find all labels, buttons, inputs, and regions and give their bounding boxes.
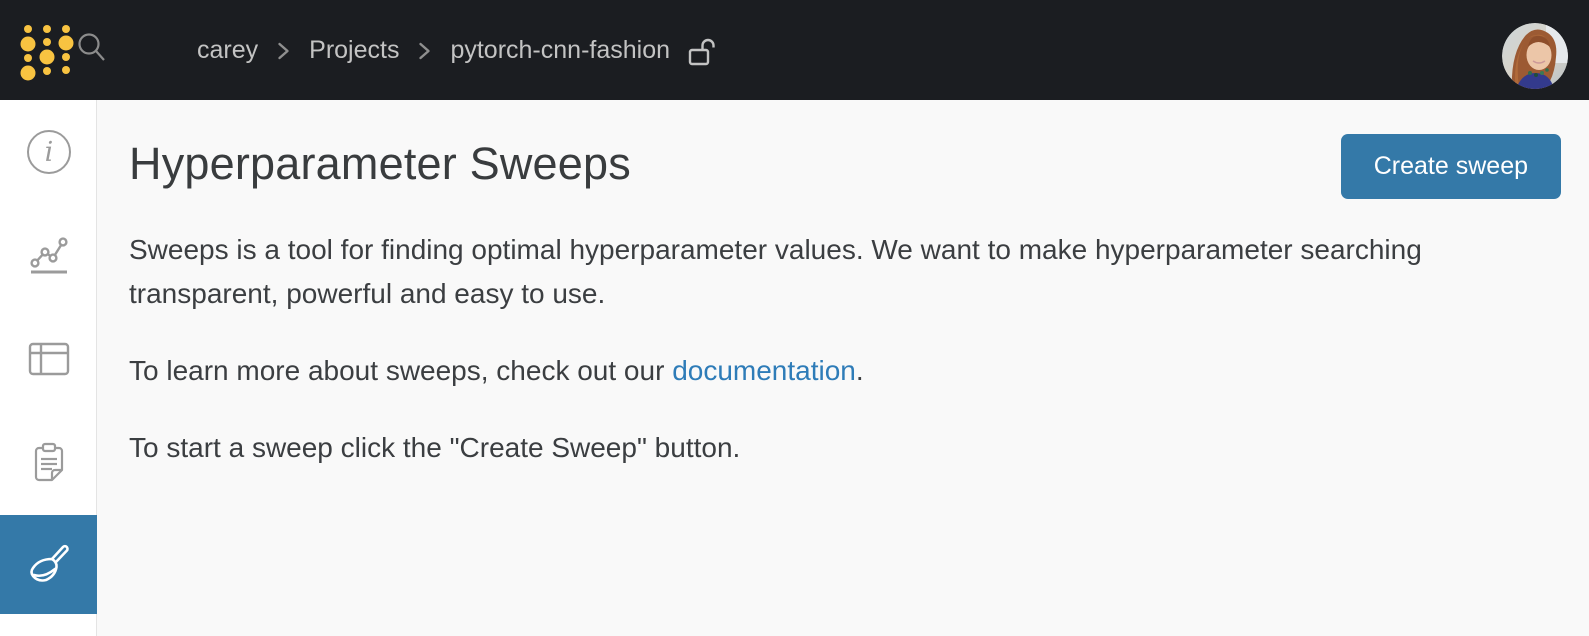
create-sweep-button[interactable]: Create sweep [1340, 134, 1561, 199]
start-paragraph: To start a sweep click the "Create Sweep… [129, 432, 741, 463]
documentation-link[interactable]: documentation [672, 355, 856, 386]
sidebar-item-sweeps[interactable] [0, 515, 97, 614]
wandb-logo[interactable] [16, 18, 78, 82]
breadcrumb-projects[interactable]: Projects [309, 36, 399, 65]
sidebar-item-charts[interactable] [0, 203, 97, 306]
chevron-right-icon [277, 41, 290, 61]
page-title: Hyperparameter Sweeps [129, 138, 631, 189]
avatar[interactable] [1502, 23, 1568, 89]
sidebar-item-overview[interactable]: i [0, 100, 97, 203]
breadcrumb-project[interactable]: pytorch-cnn-fashion [450, 36, 670, 65]
topbar: carey Projects pytorch-cnn-fashion [0, 0, 1589, 100]
docs-paragraph: To learn more about sweeps, check out ou… [129, 349, 1549, 393]
wandb-logo-dots-icon [20, 25, 74, 81]
intro-paragraph: Sweeps is a tool for finding optimal hyp… [129, 234, 1422, 309]
breadcrumb-entity[interactable]: carey [197, 36, 258, 65]
sidebar: i [0, 100, 97, 636]
docs-text-prefix: To learn more about sweeps, check out ou… [129, 355, 673, 386]
chevron-right-icon [418, 41, 431, 61]
docs-text-suffix: . [855, 355, 864, 386]
table-icon [28, 342, 69, 376]
line-chart-icon [29, 236, 68, 273]
main-content: Hyperparameter Sweeps Create sweep Sweep… [98, 100, 1589, 636]
clipboard-icon [34, 442, 63, 481]
sidebar-item-table[interactable] [0, 306, 97, 412]
unlock-icon [687, 36, 717, 68]
svg-text:i: i [44, 137, 53, 168]
avatar-photo-icon [1502, 23, 1568, 89]
search-icon [78, 33, 105, 61]
search-button[interactable] [76, 32, 108, 66]
sidebar-item-reports[interactable] [0, 412, 97, 515]
broom-icon [29, 544, 69, 582]
info-icon: i [26, 129, 71, 174]
breadcrumb: carey Projects pytorch-cnn-fashion [197, 0, 717, 100]
